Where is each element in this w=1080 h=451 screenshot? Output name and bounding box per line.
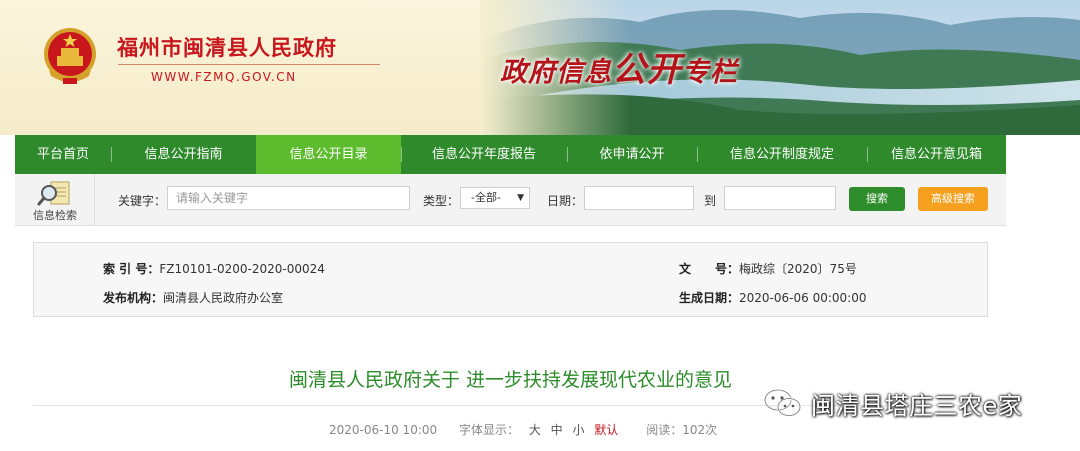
watermark-text: 闽清县塔庄三农e家: [811, 391, 1023, 420]
magnifier-icon: [37, 181, 70, 206]
nav-item-application[interactable]: 依申请公开: [567, 135, 697, 174]
nav-item-guide[interactable]: 信息公开指南: [111, 135, 256, 174]
search-button[interactable]: 搜索: [849, 187, 905, 211]
nav-item-annual-report[interactable]: 信息公开年度报告: [401, 135, 567, 174]
type-select-value: -全部-: [471, 191, 501, 204]
type-label: 类型：: [423, 194, 460, 208]
search-icon-label: 信息检索: [33, 209, 77, 222]
date-from-input[interactable]: [584, 186, 694, 210]
nav-item-catalog[interactable]: 信息公开目录: [256, 135, 401, 174]
font-size-label: 字体显示：: [458, 423, 519, 437]
document-meta-box: 索 引 号：FZ10101-0200-2020-00024 文 号：梅政综〔20…: [33, 242, 988, 317]
article-info: 2020-06-10 10:00 字体显示： 大 中 小 默认 阅读：102次: [329, 421, 723, 438]
title-divider: [118, 64, 380, 65]
site-title[interactable]: 福州市闽清县人民政府: [117, 32, 337, 62]
meta-date: 生成日期：2020-06-06 00:00:00: [679, 289, 866, 306]
zone-title: 政府信息公开专栏: [500, 42, 738, 91]
publish-date: 2020-06-10 10:00: [329, 423, 438, 437]
date-to-label: 到: [704, 194, 717, 208]
main-nav: 平台首页 信息公开指南 信息公开目录 信息公开年度报告 依申请公开 信息公开制度…: [15, 135, 1006, 174]
font-default-button[interactable]: 默认: [594, 423, 618, 437]
zone-title-part-1: 政府信息: [500, 57, 612, 88]
meta-doc-value: 梅政综〔2020〕75号: [739, 262, 857, 276]
meta-org-label: 发布机构：: [103, 291, 164, 305]
zone-title-part-2: 公开: [612, 50, 682, 90]
meta-org: 发布机构：闽清县人民政府办公室: [103, 289, 283, 306]
meta-index-value: FZ10101-0200-2020-00024: [159, 262, 325, 276]
site-url: WWW.FZMQ.GOV.CN: [151, 70, 297, 84]
date-label: 日期：: [547, 194, 584, 208]
nav-item-home[interactable]: 平台首页: [15, 135, 111, 174]
meta-index: 索 引 号：FZ10101-0200-2020-00024: [103, 260, 325, 277]
meta-date-value: 2020-06-06 00:00:00: [739, 291, 867, 305]
nav-item-regulations[interactable]: 信息公开制度规定: [697, 135, 867, 174]
national-emblem-logo: [44, 28, 96, 84]
keyword-label: 关键字：: [118, 194, 167, 208]
wechat-watermark: 闽清县塔庄三农e家: [763, 385, 1022, 421]
meta-doc-label: 文 号：: [679, 262, 740, 276]
wechat-icon: [763, 388, 802, 417]
keyword-input[interactable]: [167, 186, 410, 210]
meta-doc-number: 文 号：梅政综〔2020〕75号: [679, 260, 857, 277]
search-bar: 信息检索 关键字： 类型： -全部- ▼ 日期： 到 搜索 高级搜索: [15, 174, 1006, 226]
zone-title-part-3: 专栏: [682, 57, 738, 88]
font-medium-button[interactable]: 中: [551, 423, 563, 437]
chevron-down-icon: ▼: [517, 193, 524, 203]
nav-item-feedback[interactable]: 信息公开意见箱: [867, 135, 1006, 174]
meta-index-label: 索 引 号：: [103, 262, 160, 276]
search-icon-box: 信息检索: [15, 174, 95, 226]
type-select[interactable]: -全部- ▼: [460, 187, 530, 209]
meta-org-value: 闽清县人民政府办公室: [163, 291, 284, 305]
date-to-input[interactable]: [724, 186, 836, 210]
font-large-button[interactable]: 大: [529, 423, 541, 437]
site-header: 福州市闽清县人民政府 WWW.FZMQ.GOV.CN 政府信息公开专栏: [0, 0, 1080, 135]
font-small-button[interactable]: 小: [573, 423, 585, 437]
meta-date-label: 生成日期：: [679, 291, 740, 305]
view-count: 阅读：102次: [646, 423, 718, 437]
advanced-search-button[interactable]: 高级搜索: [918, 187, 988, 211]
